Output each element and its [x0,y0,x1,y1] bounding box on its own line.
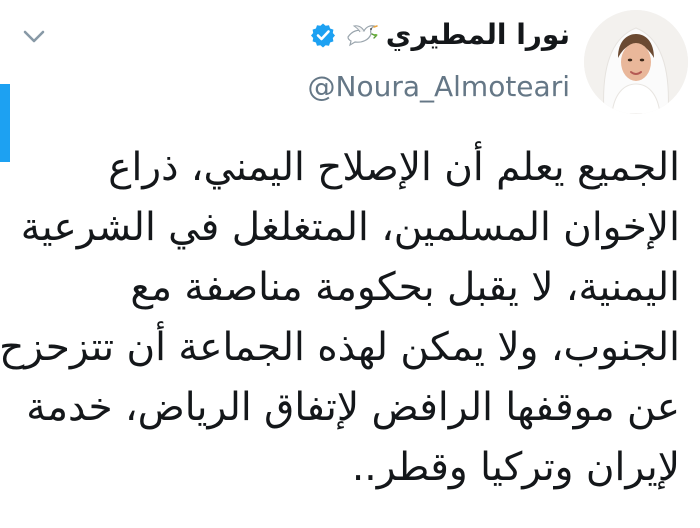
display-name: نورا المطيري [385,18,570,51]
user-name-row[interactable]: نورا المطيري [310,18,570,51]
tweet-line: الجنوب، ولا يمكن لهذه الجماعة أن تتزحزح [0,325,680,370]
tweet-line: اليمنية، لا يقبل بحكومة مناصفة مع [130,265,680,310]
tweet-line: الجميع يعلم أن الإصلاح اليمني، ذراع [108,145,680,190]
verified-badge-icon [310,22,336,48]
scroll-indicator [0,84,10,162]
chevron-down-icon[interactable] [22,26,46,46]
tweet-line: لإيران وتركيا وقطر.. [351,445,680,490]
user-handle[interactable]: @Noura_Almoteari [308,70,571,103]
tweet-line: الإخوان المسلمين، المتغلغل في الشرعية [20,205,680,250]
tweet-line: عن موقفها الرافض لإتفاق الرياض، خدمة [26,385,680,430]
dove-emoji-icon [344,22,378,48]
tweet-card: نورا المطيري @Noura_Almoteari الجميع يعل… [0,0,700,528]
avatar[interactable] [584,10,688,114]
tweet-text: الجميع يعلم أن الإصلاح اليمني، ذراع الإخ… [0,138,680,498]
